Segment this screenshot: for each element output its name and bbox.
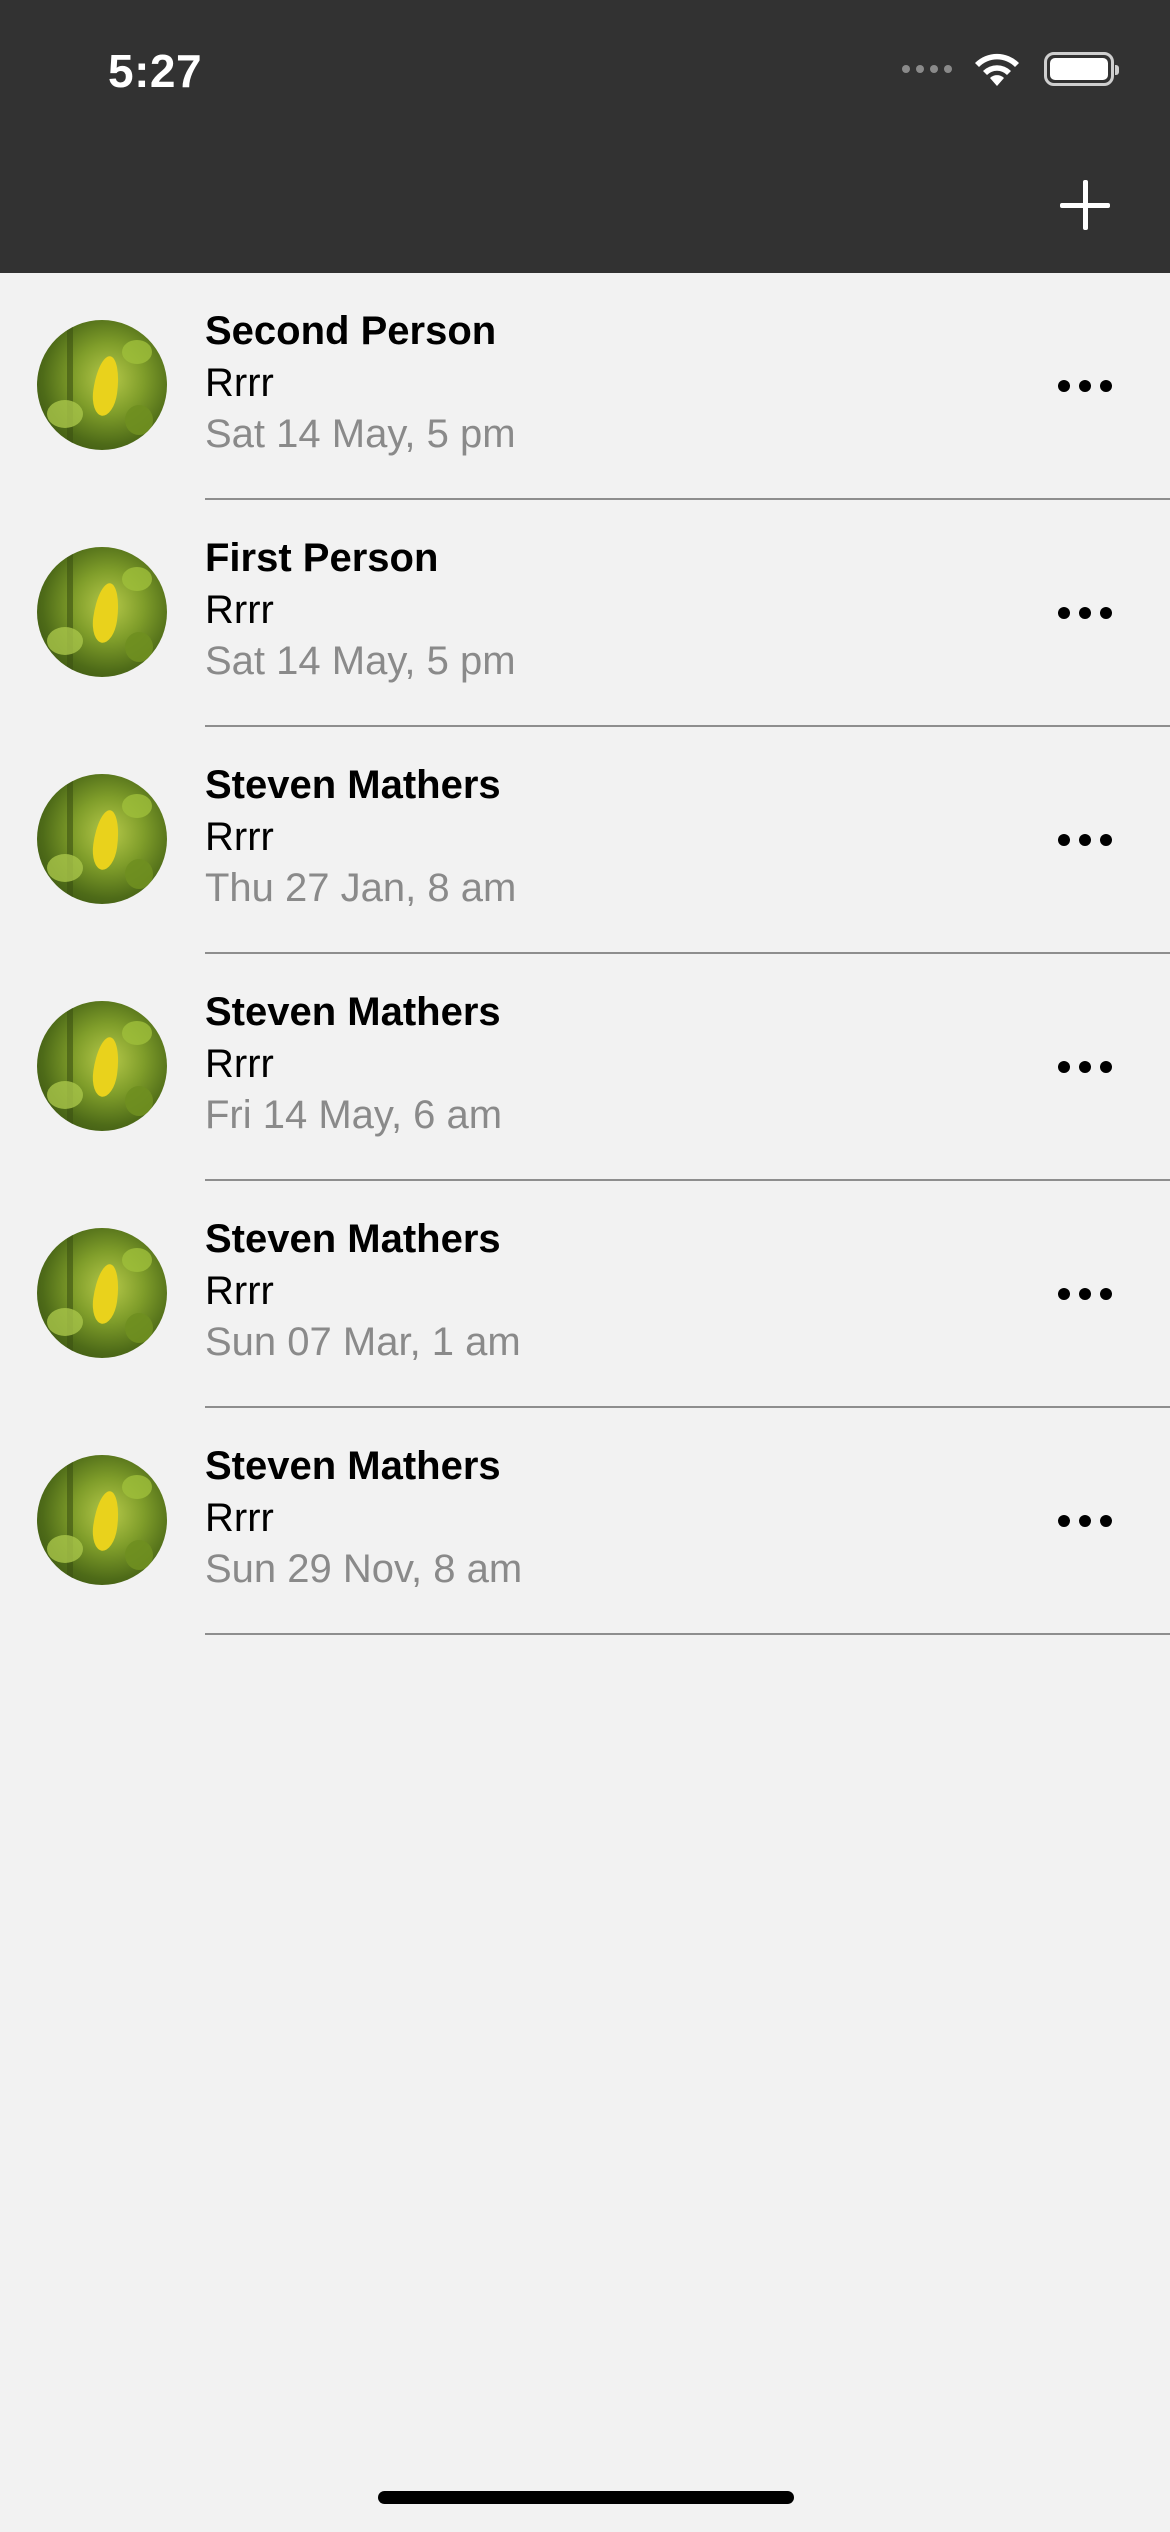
entry-name: Steven Mathers <box>205 1444 501 1488</box>
navigation-bar: 5:27 <box>0 0 1170 273</box>
more-options-icon[interactable] <box>1058 600 1112 626</box>
avatar <box>37 1455 167 1585</box>
avatar <box>37 1228 167 1358</box>
entry-name: Steven Mathers <box>205 763 501 807</box>
more-options-icon[interactable] <box>1058 1508 1112 1534</box>
avatar <box>37 320 167 450</box>
list-item[interactable]: First Person Rrrr Sat 14 May, 5 pm <box>0 500 1170 727</box>
battery-icon <box>1044 52 1119 86</box>
entry-subtitle: Rrrr <box>205 1042 274 1086</box>
add-button[interactable] <box>1060 180 1110 230</box>
entry-subtitle: Rrrr <box>205 361 274 405</box>
more-options-icon[interactable] <box>1058 1054 1112 1080</box>
more-options-icon[interactable] <box>1058 1281 1112 1307</box>
entry-name: Steven Mathers <box>205 990 501 1034</box>
list-item[interactable]: Steven Mathers Rrrr Sun 07 Mar, 1 am <box>0 1181 1170 1408</box>
entry-subtitle: Rrrr <box>205 815 274 859</box>
entry-list: Second Person Rrrr Sat 14 May, 5 pm Firs… <box>0 273 1170 1635</box>
more-options-icon[interactable] <box>1058 373 1112 399</box>
more-options-icon[interactable] <box>1058 827 1112 853</box>
list-item[interactable]: Steven Mathers Rrrr Thu 27 Jan, 8 am <box>0 727 1170 954</box>
entry-date: Thu 27 Jan, 8 am <box>205 866 517 910</box>
status-time: 5:27 <box>108 45 203 97</box>
avatar <box>37 1001 167 1131</box>
avatar <box>37 547 167 677</box>
status-indicators <box>902 50 1119 88</box>
wifi-icon <box>975 53 1019 86</box>
entry-date: Sat 14 May, 5 pm <box>205 412 516 456</box>
row-divider <box>205 1633 1170 1635</box>
entry-subtitle: Rrrr <box>205 1496 274 1540</box>
entry-date: Sun 07 Mar, 1 am <box>205 1320 521 1364</box>
entry-subtitle: Rrrr <box>205 588 274 632</box>
entry-name: Steven Mathers <box>205 1217 501 1261</box>
list-item[interactable]: Steven Mathers Rrrr Sun 29 Nov, 8 am <box>0 1408 1170 1635</box>
entry-subtitle: Rrrr <box>205 1269 274 1313</box>
entry-name: Second Person <box>205 309 497 353</box>
list-item[interactable]: Steven Mathers Rrrr Fri 14 May, 6 am <box>0 954 1170 1181</box>
avatar <box>37 774 167 904</box>
entry-name: First Person <box>205 536 439 580</box>
home-indicator[interactable] <box>378 2491 794 2504</box>
entry-date: Sat 14 May, 5 pm <box>205 639 516 683</box>
entry-date: Sun 29 Nov, 8 am <box>205 1547 523 1591</box>
entry-date: Fri 14 May, 6 am <box>205 1093 503 1137</box>
list-item[interactable]: Second Person Rrrr Sat 14 May, 5 pm <box>0 273 1170 500</box>
cellular-signal-icon <box>902 65 952 73</box>
